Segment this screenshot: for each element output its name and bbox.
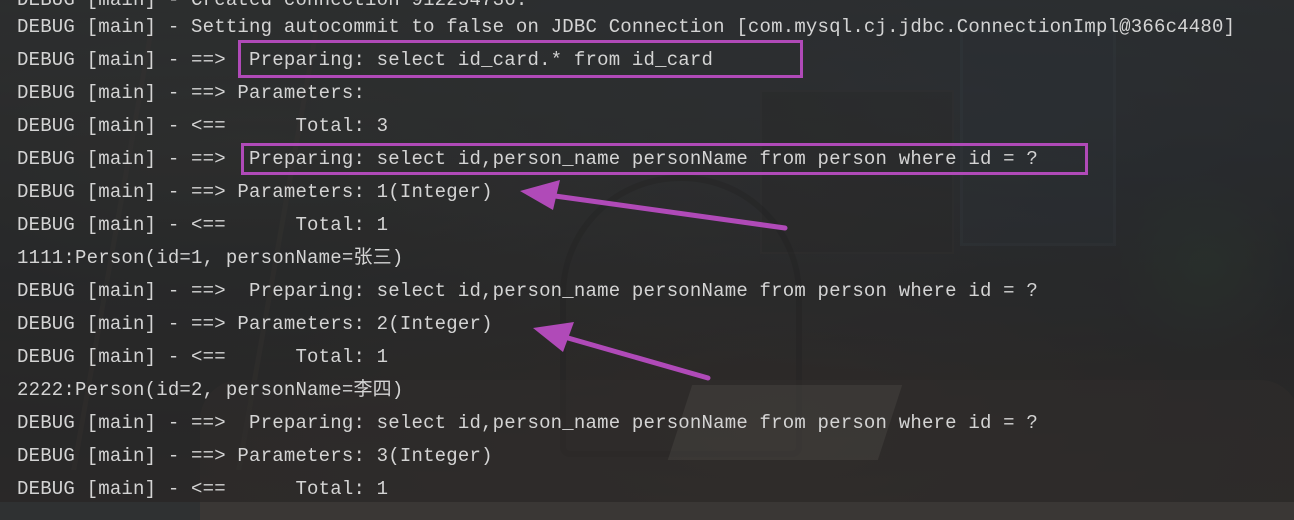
- arrow-icon: [533, 322, 711, 381]
- log-line[interactable]: DEBUG [main] - ==> Parameters:: [17, 82, 377, 104]
- log-line[interactable]: DEBUG [main] - ==> Preparing: select id,…: [17, 412, 1038, 434]
- log-line[interactable]: DEBUG [main] - Setting autocommit to fal…: [17, 16, 1235, 38]
- log-line[interactable]: DEBUG [main] - <== Total: 1: [17, 346, 388, 368]
- arrow-icon: [520, 180, 788, 231]
- log-line[interactable]: DEBUG [main] - <== Total: 1: [17, 478, 388, 500]
- log-line[interactable]: DEBUG [main] - ==> Preparing: select id,…: [17, 280, 1038, 302]
- log-line[interactable]: DEBUG [main] - ==> Parameters: 3(Integer…: [17, 445, 493, 467]
- log-line[interactable]: DEBUG [main] - Created connection 912254…: [17, 0, 527, 11]
- log-line[interactable]: 1111:Person(id=1, personName=张三): [17, 247, 403, 269]
- log-line[interactable]: DEBUG [main] - ==> Parameters: 1(Integer…: [17, 181, 493, 203]
- log-line[interactable]: DEBUG [main] - <== Total: 1: [17, 214, 388, 236]
- highlight-box-person-query: [241, 143, 1088, 175]
- log-line[interactable]: DEBUG [main] - ==> Parameters: 2(Integer…: [17, 313, 493, 335]
- console-output-panel[interactable]: DEBUG [main] - Created connection 912254…: [0, 0, 1294, 502]
- highlight-box-id-card-query: [238, 40, 803, 78]
- log-line[interactable]: DEBUG [main] - <== Total: 3: [17, 115, 388, 137]
- log-line[interactable]: 2222:Person(id=2, personName=李四): [17, 379, 403, 401]
